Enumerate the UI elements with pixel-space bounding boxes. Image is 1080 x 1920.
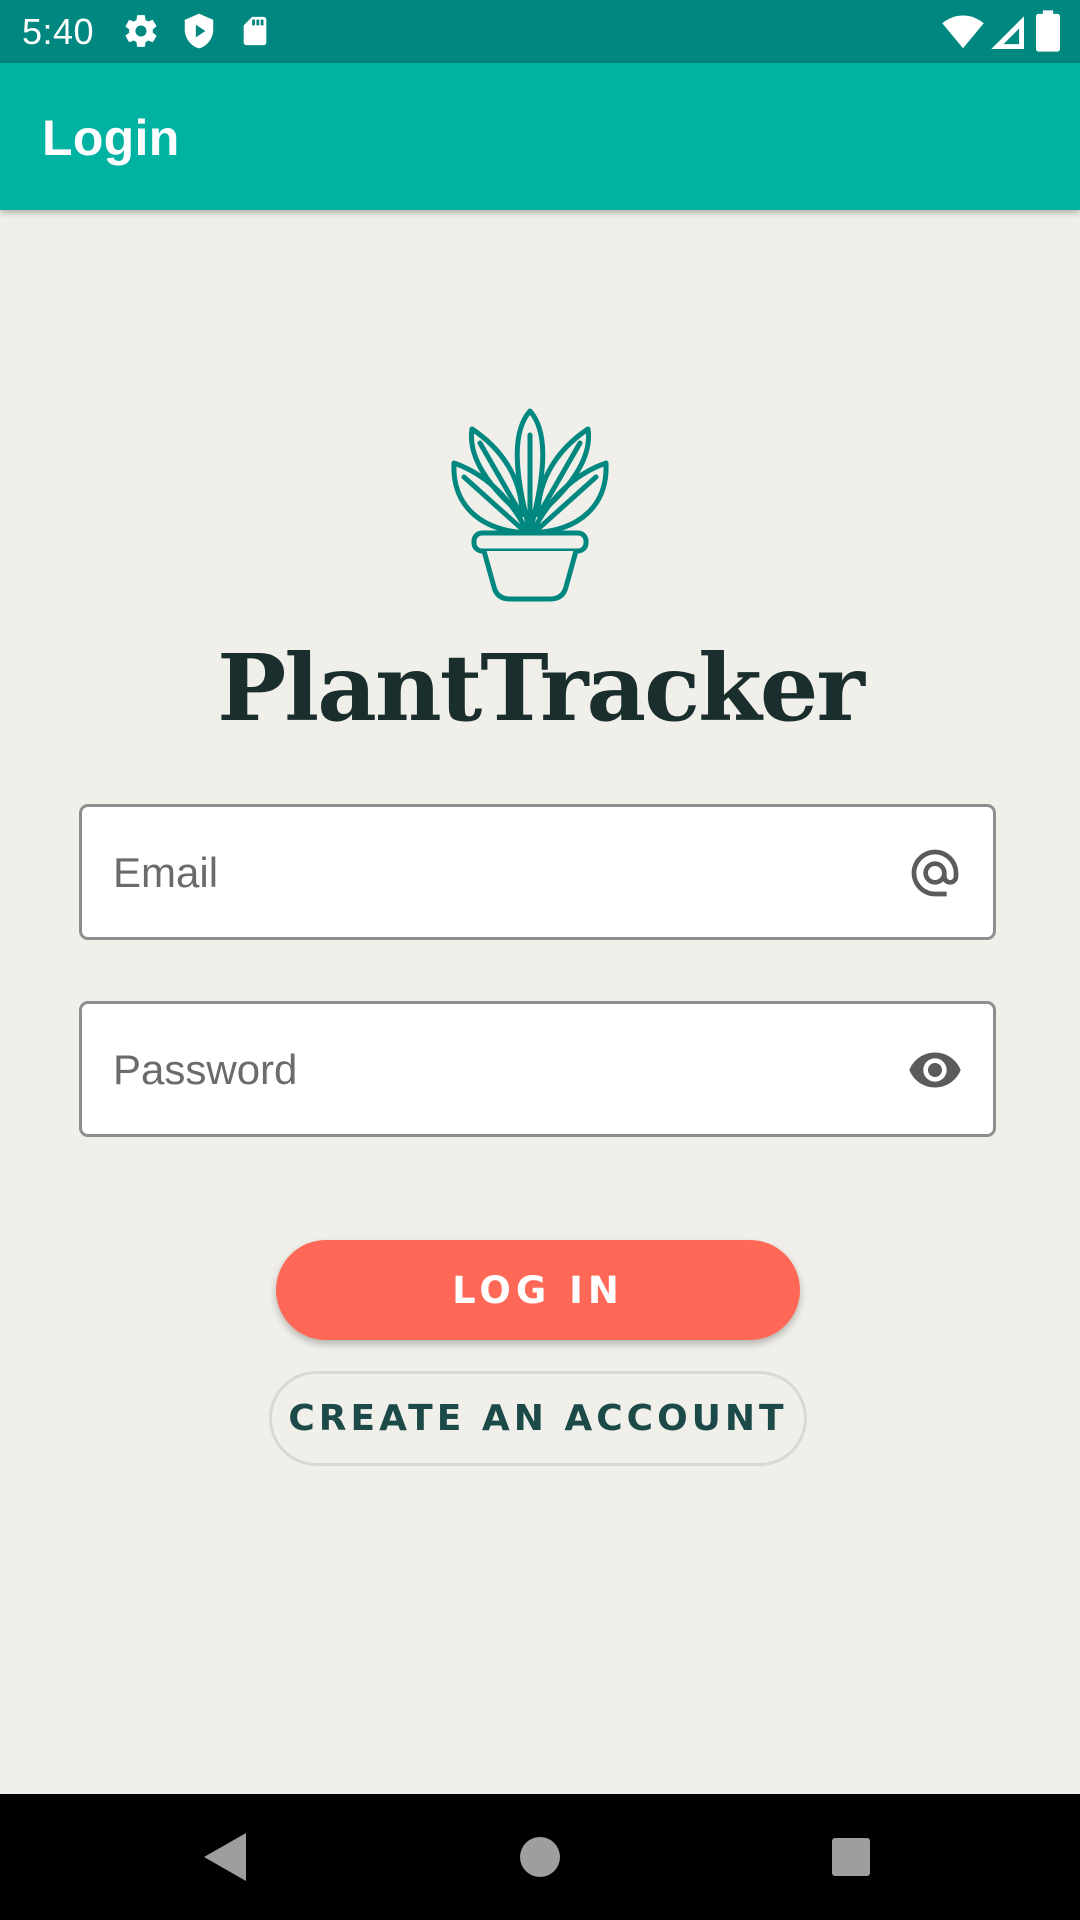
home-icon[interactable]: [518, 1829, 562, 1885]
plant-pot-icon: [451, 408, 609, 602]
cell-signal-icon: [991, 16, 1024, 49]
password-input[interactable]: [111, 1004, 895, 1136]
app-bar-title: Login: [42, 110, 180, 166]
gear-icon: [125, 15, 157, 47]
navigation-bar: [0, 1794, 1080, 1920]
battery-icon: [1036, 10, 1060, 52]
brand-name: PlantTracker: [217, 634, 865, 742]
at-sign-icon: [911, 849, 959, 897]
sd-card-icon: [243, 16, 267, 46]
email-field[interactable]: [79, 804, 996, 940]
back-icon[interactable]: [200, 1829, 250, 1885]
password-field[interactable]: [79, 1001, 996, 1137]
eye-icon[interactable]: [907, 1042, 963, 1098]
login-button[interactable]: LOG IN: [276, 1240, 800, 1340]
status-bar: 5:40: [0, 0, 1080, 63]
email-input[interactable]: [111, 807, 895, 939]
create-account-button[interactable]: CREATE AN ACCOUNT: [269, 1371, 807, 1466]
app-bar: Login: [0, 63, 1080, 210]
status-time: 5:40: [22, 11, 95, 52]
recents-icon[interactable]: [830, 1829, 872, 1885]
shield-play-icon: [184, 13, 214, 49]
wifi-icon: [942, 15, 984, 49]
